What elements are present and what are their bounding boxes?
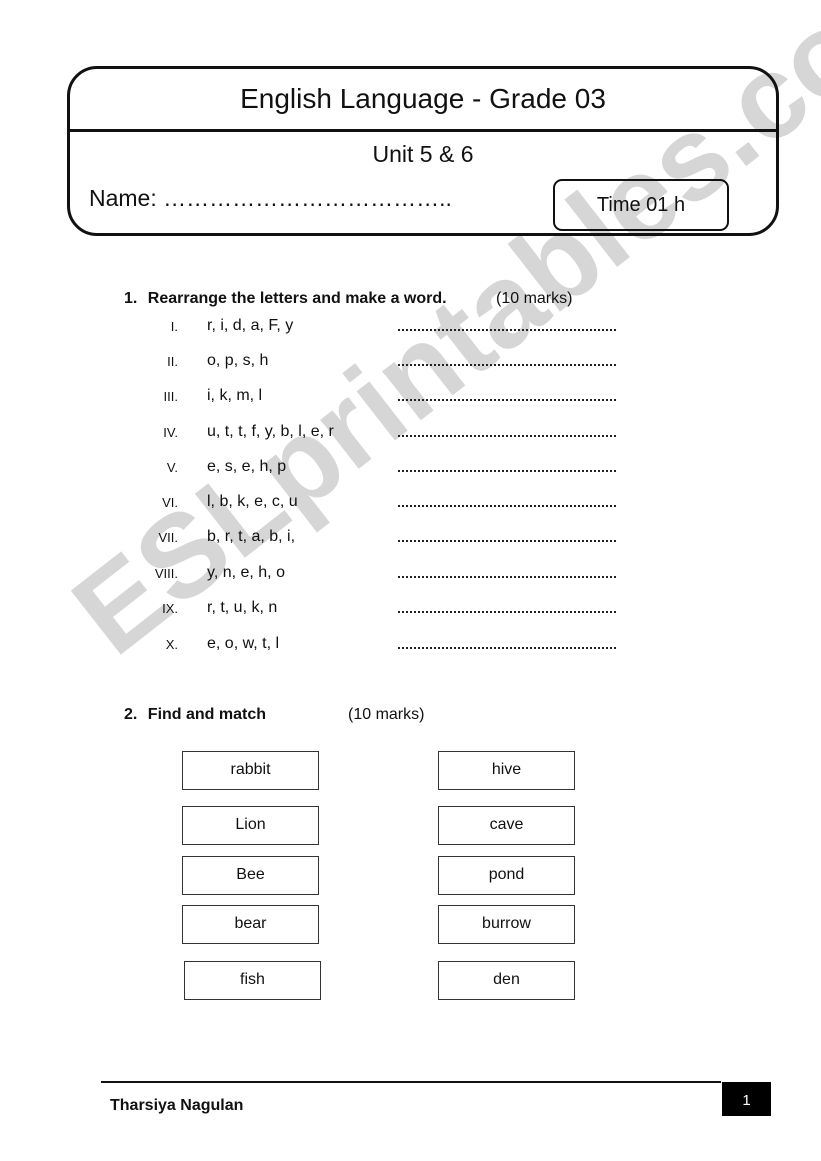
name-field[interactable]: Name: ……………………………….. xyxy=(89,185,452,212)
scrambled-letters: i, k, m, l xyxy=(207,387,263,404)
question-title: Find and match xyxy=(147,706,267,723)
match-left-box[interactable]: Bee xyxy=(182,856,319,895)
rearrange-item: IX. r, t, u, k, n xyxy=(0,599,821,619)
item-numeral: VI. xyxy=(162,495,178,510)
rearrange-item: II. o, p, s, h xyxy=(0,352,821,372)
match-right-box[interactable]: cave xyxy=(438,806,575,845)
match-left-box[interactable]: rabbit xyxy=(182,751,319,790)
scrambled-letters: l, b, k, e, c, u xyxy=(207,493,298,510)
question-1-heading: 1. Rearrange the letters and make a word… xyxy=(124,290,724,308)
worksheet-title: English Language - Grade 03 xyxy=(240,83,606,114)
answer-blank[interactable] xyxy=(398,329,616,331)
question-2-heading: 2. Find and match (10 marks) xyxy=(124,706,724,724)
scrambled-letters: o, p, s, h xyxy=(207,352,269,369)
item-numeral: X. xyxy=(165,637,178,652)
match-right-box[interactable]: pond xyxy=(438,856,575,895)
item-numeral: V. xyxy=(166,460,178,475)
match-left-box[interactable]: fish xyxy=(184,961,321,1000)
item-numeral: VII. xyxy=(158,530,178,545)
item-numeral: II. xyxy=(167,354,178,369)
time-box: Time 01 h xyxy=(553,179,729,231)
item-numeral: I. xyxy=(170,319,178,334)
match-left-box[interactable]: bear xyxy=(182,905,319,944)
answer-blank[interactable] xyxy=(398,399,616,401)
question-number: 2. xyxy=(124,706,138,723)
match-right-box[interactable]: den xyxy=(438,961,575,1000)
item-numeral: IX. xyxy=(162,601,178,616)
header-divider xyxy=(70,129,776,132)
rearrange-item: VIII. y, n, e, h, o xyxy=(0,564,821,584)
item-numeral: III. xyxy=(163,389,178,404)
page-number: 1 xyxy=(722,1082,771,1116)
scrambled-letters: e, s, e, h, p xyxy=(207,458,287,475)
answer-blank[interactable] xyxy=(398,647,616,649)
question-title: Rearrange the letters and make a word. xyxy=(147,290,447,307)
rearrange-item: IV. u, t, t, f, y, b, l, e, r xyxy=(0,423,821,443)
question-marks: (10 marks) xyxy=(496,290,573,307)
rearrange-item: V. e, s, e, h, p xyxy=(0,458,821,478)
answer-blank[interactable] xyxy=(398,470,616,472)
answer-blank[interactable] xyxy=(398,540,616,542)
match-right-box[interactable]: hive xyxy=(438,751,575,790)
rearrange-item: III. i, k, m, l xyxy=(0,387,821,407)
rearrange-item: VII. b, r, t, a, b, i, xyxy=(0,528,821,548)
rearrange-item: VI. l, b, k, e, c, u xyxy=(0,493,821,513)
answer-blank[interactable] xyxy=(398,364,616,366)
scrambled-letters: r, t, u, k, n xyxy=(207,599,278,616)
item-numeral: IV. xyxy=(163,425,178,440)
answer-blank[interactable] xyxy=(398,576,616,578)
match-left-box[interactable]: Lion xyxy=(182,806,319,845)
scrambled-letters: y, n, e, h, o xyxy=(207,564,285,581)
answer-blank[interactable] xyxy=(398,435,616,437)
rearrange-item: I. r, i, d, a, F, y xyxy=(0,317,821,337)
scrambled-letters: r, i, d, a, F, y xyxy=(207,317,294,334)
rearrange-item: X. e, o, w, t, l xyxy=(0,635,821,655)
footer-divider xyxy=(101,1081,721,1083)
footer-author: Tharsiya Nagulan xyxy=(110,1097,244,1114)
answer-blank[interactable] xyxy=(398,505,616,507)
question-marks: (10 marks) xyxy=(348,706,425,723)
scrambled-letters: b, r, t, a, b, i, xyxy=(207,528,296,545)
match-right-box[interactable]: burrow xyxy=(438,905,575,944)
scrambled-letters: u, t, t, f, y, b, l, e, r xyxy=(207,423,334,440)
question-number: 1. xyxy=(124,290,138,307)
scrambled-letters: e, o, w, t, l xyxy=(207,635,280,652)
answer-blank[interactable] xyxy=(398,611,616,613)
item-numeral: VIII. xyxy=(154,566,178,581)
unit-label: Unit 5 & 6 xyxy=(372,141,474,167)
header-box: English Language - Grade 03 Unit 5 & 6 N… xyxy=(67,66,779,236)
